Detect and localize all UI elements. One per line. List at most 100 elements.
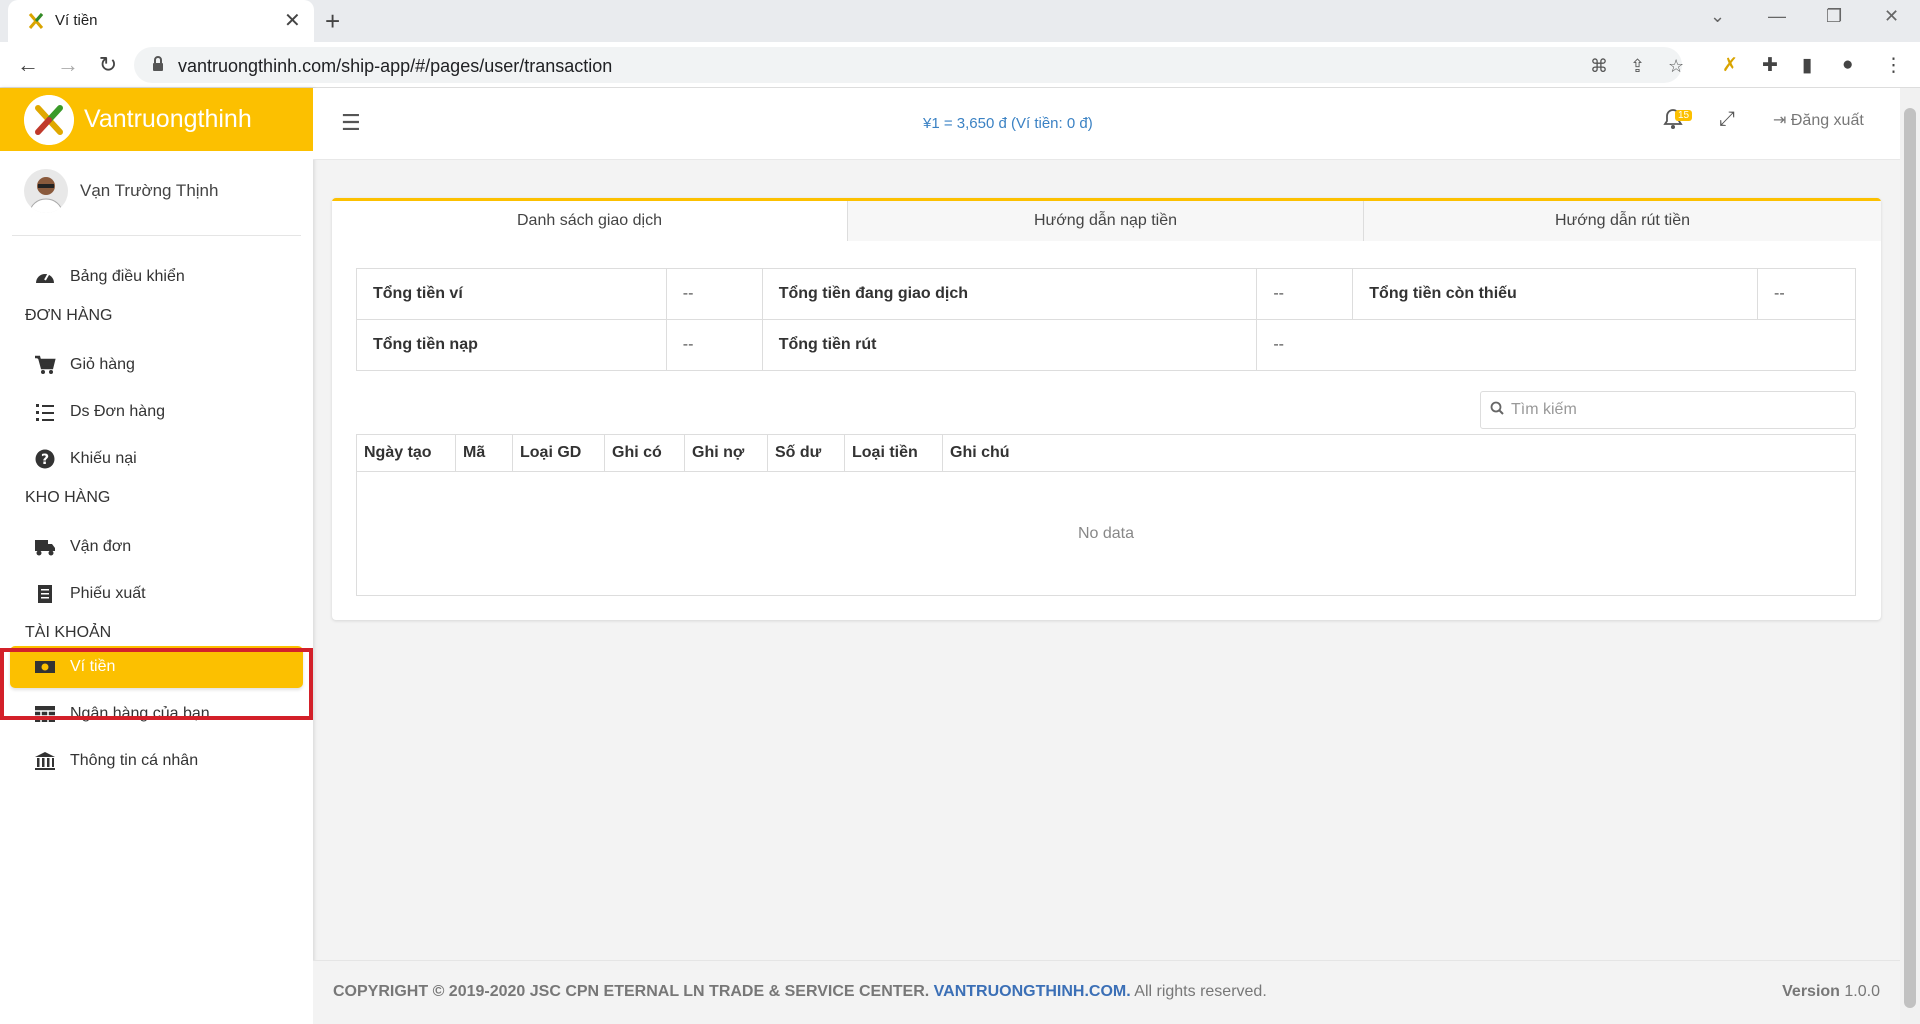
maximize-icon[interactable]: ❐: [1826, 6, 1842, 27]
wallet-summary-table: Tổng tiền ví -- Tổng tiền đang giao dịch…: [356, 268, 1857, 371]
browser-menu-icon[interactable]: ⋮: [1884, 54, 1903, 77]
summary-value: --: [1756, 268, 1857, 320]
tab-search-icon[interactable]: ⌄: [1710, 6, 1725, 27]
version-label: Version: [1782, 983, 1840, 1000]
summary-label: Tổng tiền còn thiếu: [1352, 268, 1758, 320]
fullscreen-icon[interactable]: ⤢: [1719, 108, 1735, 131]
user-panel: Vạn Trường Thịnh: [12, 151, 301, 236]
column-header-credit[interactable]: Ghi có: [604, 434, 685, 472]
column-header-created-date[interactable]: Ngày tạo: [356, 434, 456, 472]
empty-state-text: No data: [1077, 524, 1135, 542]
tab-transaction-list[interactable]: Danh sách giao dịch: [332, 201, 848, 241]
browser-tab-bar: Ví tiền ✕ + ⌄ — ❐ ✕: [0, 0, 1920, 42]
search-icon: [1490, 401, 1504, 415]
column-header-debit[interactable]: Ghi nợ: [684, 434, 768, 472]
logout-button[interactable]: ⇥ Đăng xuất: [1773, 110, 1864, 130]
summary-label: Tổng tiền đang giao dịch: [761, 268, 1258, 320]
site-favicon-icon: [28, 13, 44, 29]
receipt-icon: [38, 585, 52, 603]
rights-text: All rights reserved.: [1134, 983, 1267, 1000]
svg-text:?: ?: [41, 452, 49, 468]
column-header-code[interactable]: Mã: [455, 434, 513, 472]
extension-logo-icon[interactable]: ✗: [1722, 54, 1738, 77]
share-icon[interactable]: ⇪: [1630, 56, 1645, 77]
notification-count-badge: 15: [1675, 110, 1693, 121]
minimize-icon[interactable]: —: [1768, 6, 1786, 27]
sidebar-item-waybill[interactable]: Vận đơn: [10, 526, 303, 568]
sidebar-item-label: Vận đơn: [70, 538, 132, 555]
table-row: No data: [357, 472, 1856, 596]
translate-icon[interactable]: ⌘: [1590, 56, 1608, 77]
search-input[interactable]: [1511, 399, 1841, 421]
summary-row: Tổng tiền nạp -- Tổng tiền rút --: [356, 319, 1856, 371]
page-scrollbar[interactable]: [1900, 88, 1920, 1024]
tab-withdraw-guide[interactable]: Hướng dẫn rút tiền: [1364, 201, 1881, 241]
menu-toggle-icon[interactable]: ☰: [341, 110, 361, 136]
url-text: vantruongthinh.com/ship-app/#/pages/user…: [178, 56, 613, 76]
version-number: 1.0.0: [1844, 983, 1880, 1000]
sidebar-item-dashboard[interactable]: Bảng điều khiển: [10, 256, 303, 298]
close-tab-icon[interactable]: ✕: [284, 8, 301, 33]
sidebar-item-cart[interactable]: Giỏ hàng: [10, 344, 303, 386]
column-header-balance[interactable]: Số dư: [767, 434, 845, 472]
user-name: Vạn Trường Thịnh: [80, 181, 219, 200]
dashboard-icon: [36, 272, 54, 283]
extensions-puzzle-icon[interactable]: ✚: [1762, 54, 1778, 77]
new-tab-icon[interactable]: +: [325, 6, 340, 37]
sidebar-item-profile[interactable]: Thông tin cá nhân: [10, 740, 303, 782]
brand-header[interactable]: Vantruongthinh: [0, 88, 313, 151]
sidebar-item-label: Ds Đơn hàng: [70, 403, 165, 420]
browser-tab[interactable]: Ví tiền ✕: [8, 0, 314, 42]
sidebar: Vantruongthinh Vạn Trường Thịnh Bảng điề…: [0, 88, 313, 1024]
avatar: [24, 169, 68, 213]
sidebar-item-label: Khiếu nại: [70, 450, 137, 467]
page-footer: COPYRIGHT © 2019-2020 JSC CPN ETERNAL LN…: [313, 960, 1900, 1024]
sidebar-item-label: Phiếu xuất: [70, 585, 146, 602]
reload-icon[interactable]: ↻: [94, 51, 122, 79]
bookmark-star-icon[interactable]: ☆: [1668, 56, 1684, 77]
sidebar-item-label: Giỏ hàng: [70, 356, 135, 373]
address-bar[interactable]: vantruongthinh.com/ship-app/#/pages/user…: [134, 47, 1684, 83]
exchange-rate: ¥1 = 3,650 đ (Ví tiền: 0 đ): [923, 115, 1093, 132]
section-title-warehouse: KHO HÀNG: [25, 489, 111, 506]
profile-icon[interactable]: ●: [1842, 54, 1853, 76]
column-header-type[interactable]: Loại GD: [512, 434, 605, 472]
transactions-card: Danh sách giao dịch Hướng dẫn nạp tiền H…: [332, 198, 1881, 620]
transactions-table: Ngày tạo Mã Loại GD Ghi có Ghi nợ Số dư …: [356, 434, 1856, 596]
logout-icon: ⇥: [1773, 112, 1791, 129]
sidebar-item-complaints[interactable]: ? Khiếu nại: [10, 438, 303, 480]
brand-logo-icon: [24, 95, 74, 145]
sidebar-item-order-list[interactable]: Ds Đơn hàng: [10, 391, 303, 433]
question-icon: ?: [35, 449, 55, 469]
table-header-row: Ngày tạo Mã Loại GD Ghi có Ghi nợ Số dư …: [356, 434, 1856, 472]
side-panel-icon[interactable]: ▮: [1802, 54, 1812, 77]
summary-row: Tổng tiền ví -- Tổng tiền đang giao dịch…: [356, 268, 1857, 320]
top-navbar: ☰ ¥1 = 3,650 đ (Ví tiền: 0 đ) 15 ⤢ ⇥ Đăn…: [313, 88, 1900, 160]
company-link[interactable]: VANTRUONGTHINH.COM.: [934, 983, 1131, 1000]
copyright-text: COPYRIGHT © 2019-2020 JSC CPN ETERNAL LN…: [333, 983, 1267, 1001]
back-icon[interactable]: ←: [14, 51, 42, 79]
bank-icon: [35, 752, 55, 770]
browser-toolbar: ← → ↻ vantruongthinh.com/ship-app/#/page…: [0, 42, 1920, 88]
column-header-note[interactable]: Ghi chú: [942, 434, 1856, 472]
list-icon: [36, 404, 54, 421]
summary-value: --: [665, 268, 763, 320]
summary-label: Tổng tiền nạp: [356, 319, 667, 371]
scrollbar-thumb[interactable]: [1904, 108, 1916, 1008]
version-info: Version 1.0.0: [1782, 983, 1880, 1001]
sidebar-item-label: Thông tin cá nhân: [70, 752, 199, 769]
logout-label: Đăng xuất: [1790, 112, 1864, 129]
tab-deposit-guide[interactable]: Hướng dẫn nạp tiền: [848, 201, 1364, 241]
sidebar-item-export-slip[interactable]: Phiếu xuất: [10, 573, 303, 615]
notifications-button[interactable]: 15: [1663, 108, 1695, 134]
card-tabs: Danh sách giao dịch Hướng dẫn nạp tiền H…: [332, 201, 1881, 241]
section-title-orders: ĐƠN HÀNG: [25, 307, 113, 324]
column-header-currency[interactable]: Loại tiền: [844, 434, 943, 472]
summary-value: --: [665, 319, 763, 371]
lock-icon: [153, 56, 163, 71]
summary-value: --: [1256, 268, 1354, 320]
window-close-icon[interactable]: ✕: [1884, 6, 1899, 27]
summary-label: Tổng tiền rút: [761, 319, 1258, 371]
tab-title: Ví tiền: [55, 12, 98, 29]
forward-icon[interactable]: →: [54, 51, 82, 79]
